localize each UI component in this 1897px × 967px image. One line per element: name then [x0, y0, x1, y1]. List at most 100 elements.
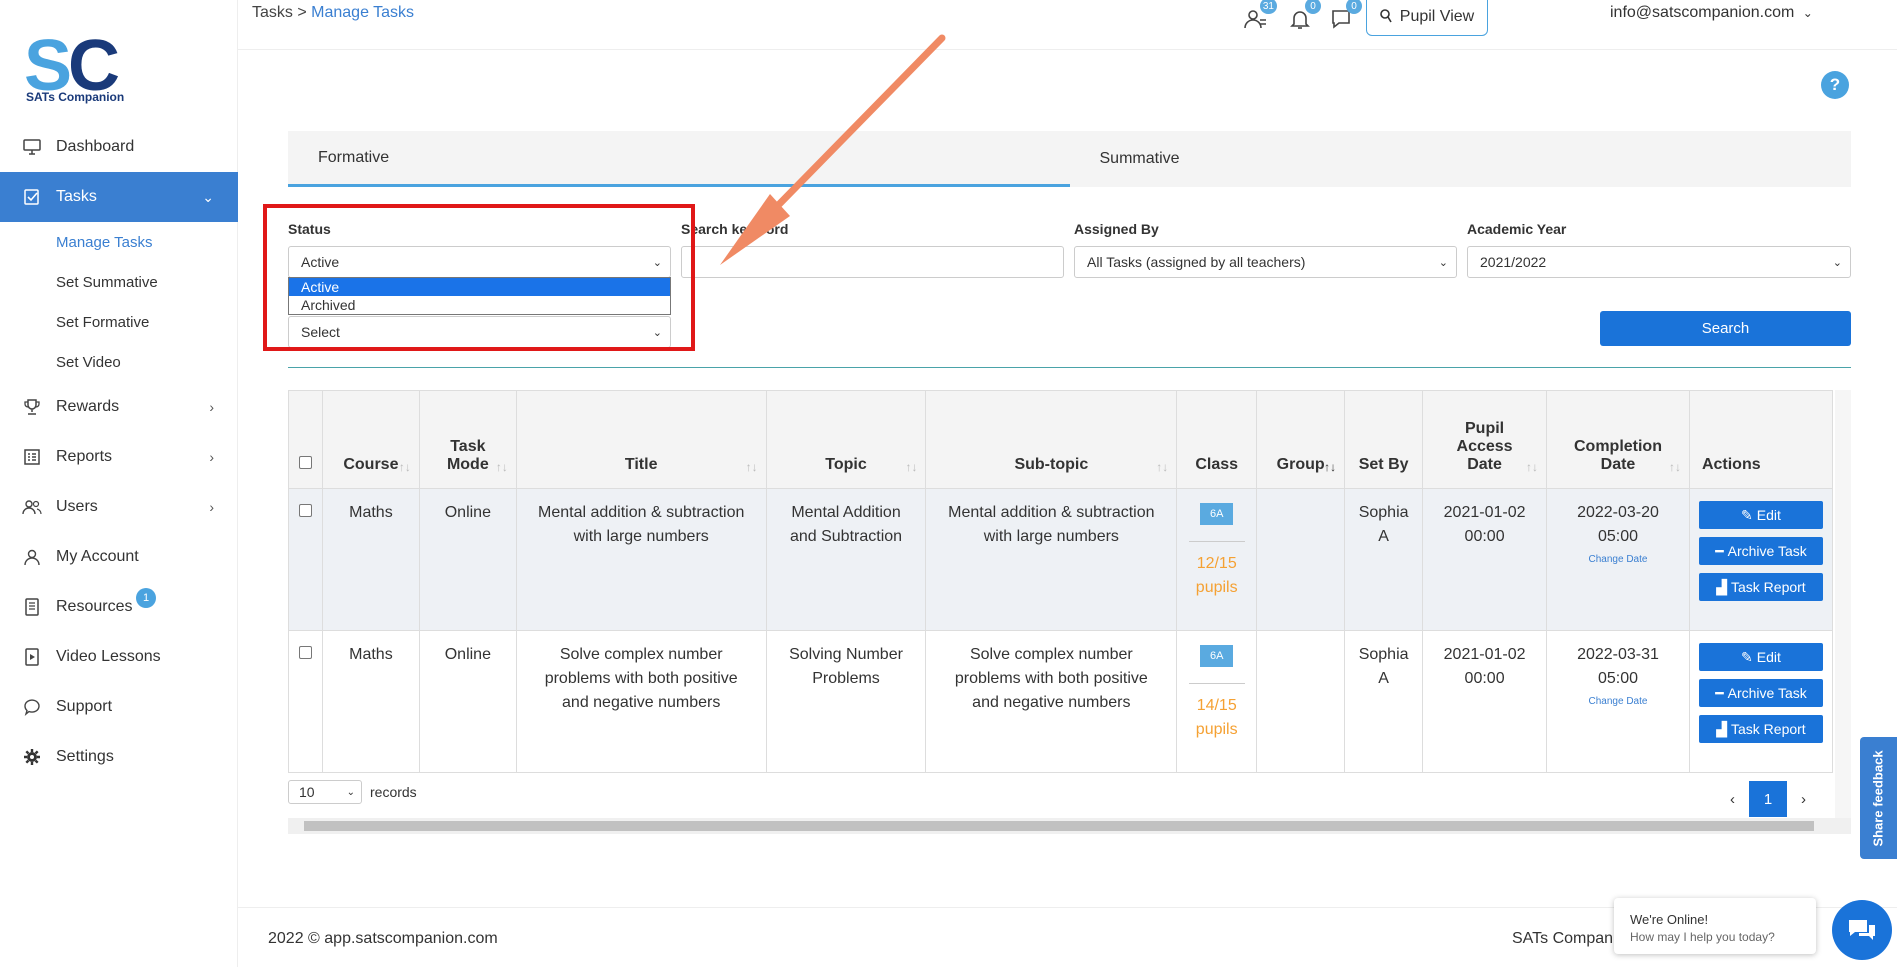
col-title[interactable]: Title ↑↓: [515, 390, 767, 489]
edit-button[interactable]: ✎ Edit: [1698, 501, 1823, 529]
status-option-active[interactable]: Active: [289, 278, 670, 296]
class-cell: 6A 12/15 pupils: [1176, 488, 1258, 631]
sidebar-item-label: Tasks: [56, 188, 97, 205]
logo-text: SATs Companion: [26, 90, 125, 104]
group-cell: [1256, 488, 1346, 631]
chat-bubble-icon: [1849, 920, 1875, 940]
support-icon: [22, 697, 42, 717]
academic-year-select[interactable]: 2021/2022 ⌄: [1467, 246, 1851, 278]
sidebar-item-resources[interactable]: Resources 1: [0, 582, 238, 632]
keyword-input[interactable]: [681, 246, 1064, 278]
sidebar-item-settings[interactable]: Settings: [0, 732, 238, 782]
sidebar-item-users[interactable]: Users ›: [0, 482, 238, 532]
col-subtopic[interactable]: Sub-topic ↑↓: [925, 390, 1178, 489]
minus-icon: ━: [1715, 685, 1724, 701]
sidebar-item-support[interactable]: Support: [0, 682, 238, 732]
col-completion-date[interactable]: Completion Date ↑↓: [1546, 390, 1690, 489]
sidebar-item-dashboard[interactable]: Dashboard: [0, 122, 238, 172]
sidebar-item-tasks[interactable]: Tasks ⌄: [0, 172, 238, 222]
chevron-down-icon: ⌄: [1438, 256, 1448, 269]
pagination: ‹ 1 ›: [1730, 781, 1806, 817]
table-header-row: Course ↑↓ Task Mode ↑↓ Title ↑↓ Topic ↑↓ Sub…: [288, 390, 1834, 489]
messages-button[interactable]: 0: [1326, 0, 1362, 34]
chat-launcher-button[interactable]: [1832, 900, 1892, 960]
scrollbar-thumb[interactable]: [304, 821, 1814, 831]
breadcrumb-separator: >: [297, 4, 307, 21]
sidebar-item-my-account[interactable]: My Account: [0, 532, 238, 582]
sidebar-subitem-set-summative[interactable]: Set Summative: [0, 262, 238, 302]
search-button[interactable]: Search: [1600, 311, 1851, 346]
edit-button[interactable]: ✎ Edit: [1698, 643, 1823, 671]
tasks-icon: [22, 187, 42, 207]
chevron-down-icon: ⌄: [652, 256, 662, 269]
breadcrumb-root[interactable]: Tasks: [252, 4, 293, 21]
tab-formative[interactable]: Formative: [288, 131, 1070, 187]
change-date-link[interactable]: Change Date: [1547, 695, 1689, 709]
col-access-date[interactable]: Pupil Access Date ↑↓: [1422, 390, 1548, 489]
task-report-label: Task Report: [1731, 579, 1806, 595]
sidebar-item-label: Video Lessons: [56, 648, 161, 665]
sort-icon: ↑↓: [1324, 460, 1337, 474]
status-label: Status: [288, 221, 331, 237]
tab-summative[interactable]: Summative: [1070, 131, 1852, 187]
notifications-button[interactable]: 0: [1285, 0, 1321, 34]
share-feedback-tab[interactable]: Share feedback: [1860, 737, 1897, 859]
sidebar-subitem-set-video[interactable]: Set Video: [0, 342, 238, 382]
actions-cell: ✎ Edit ━ Archive Task ▟ Task Report: [1688, 630, 1834, 773]
change-date-link[interactable]: Change Date: [1547, 553, 1689, 567]
bar-chart-icon: ▟: [1716, 721, 1727, 737]
sidebar-subitem-manage-tasks[interactable]: Manage Tasks: [0, 222, 238, 262]
keyword-label: Search keyword: [681, 221, 789, 237]
topic-cell: Solving Number Problems: [765, 630, 927, 773]
status-option-archived[interactable]: Archived: [289, 296, 670, 314]
sort-icon: ↑↓: [905, 460, 918, 474]
title-cell: Mental addition & subtraction with large…: [515, 488, 767, 631]
task-report-button[interactable]: ▟ Task Report: [1698, 573, 1823, 601]
next-page-button[interactable]: ›: [1801, 791, 1806, 808]
help-button[interactable]: ?: [1821, 71, 1849, 99]
users-notifications-button[interactable]: 31: [1241, 0, 1277, 34]
col-group[interactable]: Group ↑↓: [1256, 390, 1346, 489]
col-topic[interactable]: Topic ↑↓: [765, 390, 927, 489]
footer-copyright: 2022 © app.satscompanion.com: [268, 930, 498, 947]
archive-task-button[interactable]: ━ Archive Task: [1698, 679, 1823, 707]
col-course[interactable]: Course ↑↓: [321, 390, 420, 489]
archive-task-button[interactable]: ━ Archive Task: [1698, 537, 1823, 565]
chevron-down-icon: ⌄: [202, 188, 214, 205]
col-task-mode[interactable]: Task Mode ↑↓: [418, 390, 517, 489]
sidebar-item-label: Dashboard: [56, 138, 135, 155]
mode-cell: Online: [418, 488, 517, 631]
row-checkbox[interactable]: [298, 646, 312, 659]
users-badge: 31: [1259, 0, 1277, 14]
assigned-by-select[interactable]: All Tasks (assigned by all teachers) ⌄: [1074, 246, 1457, 278]
assigned-by-label: Assigned By: [1074, 221, 1159, 237]
sidebar-item-rewards[interactable]: Rewards ›: [0, 382, 238, 432]
bell-badge: 0: [1305, 0, 1321, 14]
row-checkbox[interactable]: [298, 504, 312, 517]
academic-year-value: 2021/2022: [1480, 254, 1547, 270]
records-select[interactable]: 10 ⌄: [288, 780, 362, 804]
course-cell: Maths: [321, 630, 420, 773]
sidebar-item-reports[interactable]: Reports ›: [0, 432, 238, 482]
select-all-checkbox[interactable]: [298, 456, 312, 469]
status-select[interactable]: Active ⌄: [288, 246, 671, 278]
task-report-button[interactable]: ▟ Task Report: [1698, 715, 1823, 743]
course-select[interactable]: Select ⌄: [288, 316, 671, 348]
table-row: Maths Online Solve complex number proble…: [288, 630, 1834, 773]
col-group-label: Group: [1276, 456, 1325, 473]
col-access-date-label: Pupil Access Date: [1456, 420, 1513, 473]
table-horizontal-scrollbar[interactable]: [288, 818, 1851, 834]
group-cell: [1256, 630, 1346, 773]
pupil-view-button[interactable]: Pupil View: [1366, 0, 1488, 36]
user-email-menu[interactable]: info@satscompanion.com ⌄: [1610, 4, 1813, 22]
resources-icon: [22, 597, 42, 617]
sidebar-subitem-set-formative[interactable]: Set Formative: [0, 302, 238, 342]
chat-badge: 0: [1346, 0, 1362, 14]
page-1-button[interactable]: 1: [1749, 781, 1787, 817]
prev-page-button[interactable]: ‹: [1730, 791, 1735, 808]
chat-popup[interactable]: We're Online! How may I help you today?: [1614, 898, 1816, 954]
table-vertical-scrollbar[interactable]: [1835, 390, 1851, 818]
task-report-label: Task Report: [1731, 721, 1806, 737]
select-all-header: [288, 390, 323, 489]
sidebar-item-video-lessons[interactable]: Video Lessons: [0, 632, 238, 682]
